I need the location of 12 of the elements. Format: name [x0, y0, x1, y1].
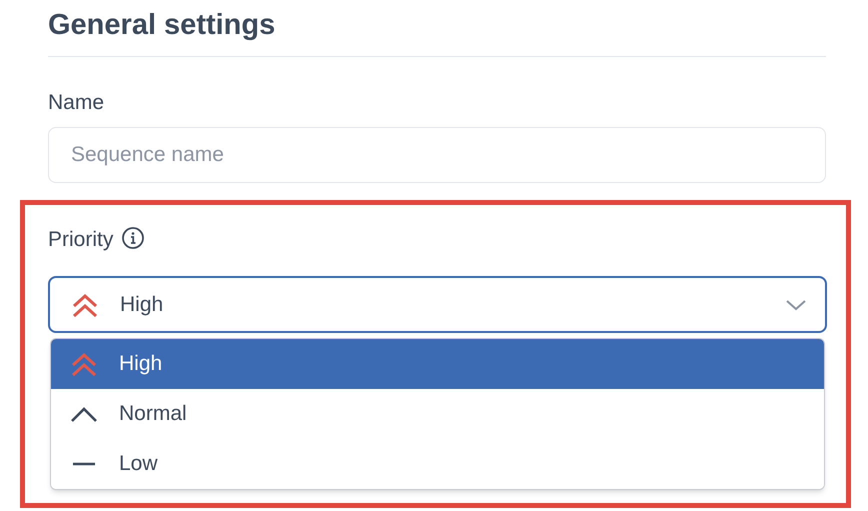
dropdown-option[interactable]: Normal — [51, 389, 824, 439]
name-input[interactable]: Sequence name — [48, 127, 826, 183]
section-title: General settings — [48, 8, 276, 43]
chevron-down-icon — [785, 298, 807, 312]
dropdown-option[interactable]: Low — [51, 439, 824, 489]
dropdown-option[interactable]: High — [51, 339, 824, 389]
field-label: Priority — [48, 227, 114, 254]
selected-value: High — [120, 292, 164, 318]
field-label: Name — [48, 90, 104, 116]
double-chevron-up-icon — [69, 350, 99, 378]
info-icon[interactable] — [121, 226, 146, 250]
priority-select[interactable]: High — [48, 276, 827, 333]
